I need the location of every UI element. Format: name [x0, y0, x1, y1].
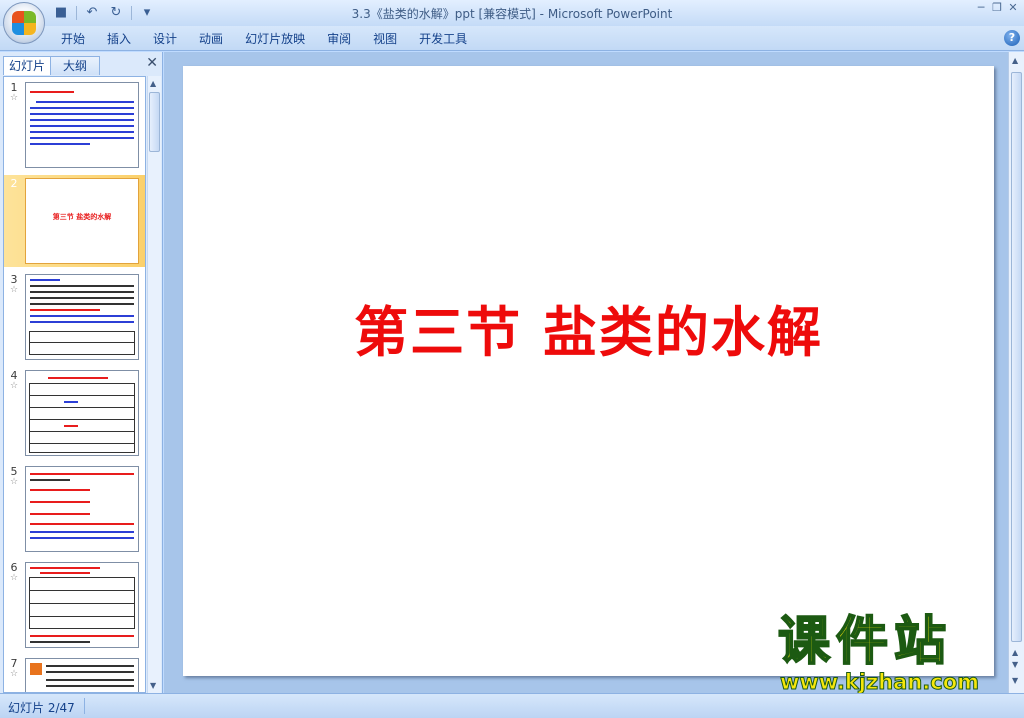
close-icon[interactable]: ✕ [146, 55, 158, 71]
panel-tabs: 幻灯片 大纲 [3, 54, 160, 75]
scroll-down-icon[interactable]: ▼ [1012, 676, 1018, 685]
ribbon-tabs: 开始 插入 设计 动画 幻灯片放映 审阅 视图 开发工具 [52, 30, 480, 48]
tab-slides[interactable]: 幻灯片 [3, 56, 51, 75]
slide-canvas[interactable]: 第三节 盐类的水解 [183, 66, 994, 676]
help-icon[interactable]: ? [1004, 30, 1020, 46]
slide-counter: 幻灯片 2/47 [8, 701, 75, 715]
scroll-down-icon[interactable]: ▼ [150, 681, 156, 690]
scrollbar-thumb[interactable] [1011, 72, 1022, 642]
tab-design[interactable]: 设计 [144, 30, 190, 48]
watermark-url: www.kjzhan.com [779, 670, 980, 695]
tab-animations[interactable]: 动画 [190, 30, 236, 48]
scroll-up-icon[interactable]: ▲ [150, 79, 156, 88]
slide-thumbnail-6[interactable]: 6 ☆ [4, 559, 145, 651]
tab-slide-show[interactable]: 幻灯片放映 [236, 30, 318, 48]
tab-insert[interactable]: 插入 [98, 30, 144, 48]
slide-scrollbar[interactable]: ▲ ▲ ▼ ▼ [1008, 52, 1024, 693]
animation-star-icon: ☆ [9, 381, 19, 391]
slide-edit-area: 第三节 盐类的水解 [164, 52, 1008, 693]
office-button[interactable] [3, 2, 45, 44]
watermark-logo: 课件站 www.kjzhan.com [770, 612, 1010, 695]
animation-star-icon: ☆ [9, 573, 19, 583]
thumbnail-scrollbar[interactable]: ▲ ▼ [147, 76, 161, 693]
title-bar: ■ ↶ ↻ ▾ 3.3《盐类的水解》ppt [兼容模式] - Microsoft… [0, 0, 1024, 26]
tab-view[interactable]: 视图 [364, 30, 410, 48]
status-bar: 幻灯片 2/47 [0, 693, 1024, 718]
tab-outline[interactable]: 大纲 [50, 56, 100, 75]
slide-thumbnail-4[interactable]: 4 ☆ [4, 367, 145, 459]
thumbnail-image [25, 562, 139, 648]
slide-thumbnail-1[interactable]: 1 ☆ [4, 79, 145, 171]
scroll-up-icon[interactable]: ▲ [1012, 56, 1018, 65]
scrollbar-thumb[interactable] [149, 92, 160, 152]
thumbnail-image [25, 658, 139, 692]
close-button[interactable]: ✕ [1006, 2, 1020, 14]
status-separator [84, 698, 85, 714]
slide-thumbnail-2[interactable]: 2 第三节 盐类的水解 [4, 175, 145, 267]
thumbnail-image [25, 82, 139, 168]
animation-star-icon: ☆ [9, 285, 19, 295]
restore-button[interactable]: ❐ [990, 2, 1004, 14]
window-title: 3.3《盐类的水解》ppt [兼容模式] - Microsoft PowerPo… [351, 7, 673, 21]
watermark-brand: 课件站 [777, 612, 953, 672]
previous-slide-icon[interactable]: ▲ [1012, 648, 1018, 657]
animation-star-icon: ☆ [9, 477, 19, 487]
thumbnail-image [25, 370, 139, 456]
next-slide-icon[interactable]: ▼ [1012, 660, 1018, 669]
animation-star-icon: ☆ [9, 93, 19, 103]
thumbnail-list: 1 ☆ 2 第三节 盐类的水解 3 ☆ 4 ☆ 5 ☆ 6 ☆ 7 ☆ [3, 76, 146, 693]
slide-thumbnail-5[interactable]: 5 ☆ [4, 463, 145, 555]
slide-thumbnail-3[interactable]: 3 ☆ [4, 271, 145, 363]
office-logo-icon [11, 10, 37, 36]
tab-developer[interactable]: 开发工具 [410, 30, 480, 48]
tab-home[interactable]: 开始 [52, 30, 98, 48]
ribbon-tab-bar: 开始 插入 设计 动画 幻灯片放映 审阅 视图 开发工具 ? [0, 26, 1024, 51]
thumbnail-image [25, 466, 139, 552]
slides-panel: 幻灯片 大纲 ✕ 1 ☆ 2 第三节 盐类的水解 3 ☆ 4 ☆ 5 ☆ 6 ☆… [0, 52, 163, 693]
thumbnail-title: 第三节 盐类的水解 [52, 213, 112, 221]
thumbnail-image: 第三节 盐类的水解 [25, 178, 139, 264]
slide-number: 2 [10, 177, 18, 190]
slide-title[interactable]: 第三节 盐类的水解 [183, 288, 994, 367]
slide-thumbnail-7[interactable]: 7 ☆ [4, 655, 145, 692]
animation-star-icon: ☆ [9, 669, 19, 679]
window-controls: ─ ❐ ✕ [974, 2, 1020, 14]
minimize-button[interactable]: ─ [974, 2, 988, 14]
tab-review[interactable]: 审阅 [318, 30, 364, 48]
thumbnail-image [25, 274, 139, 360]
